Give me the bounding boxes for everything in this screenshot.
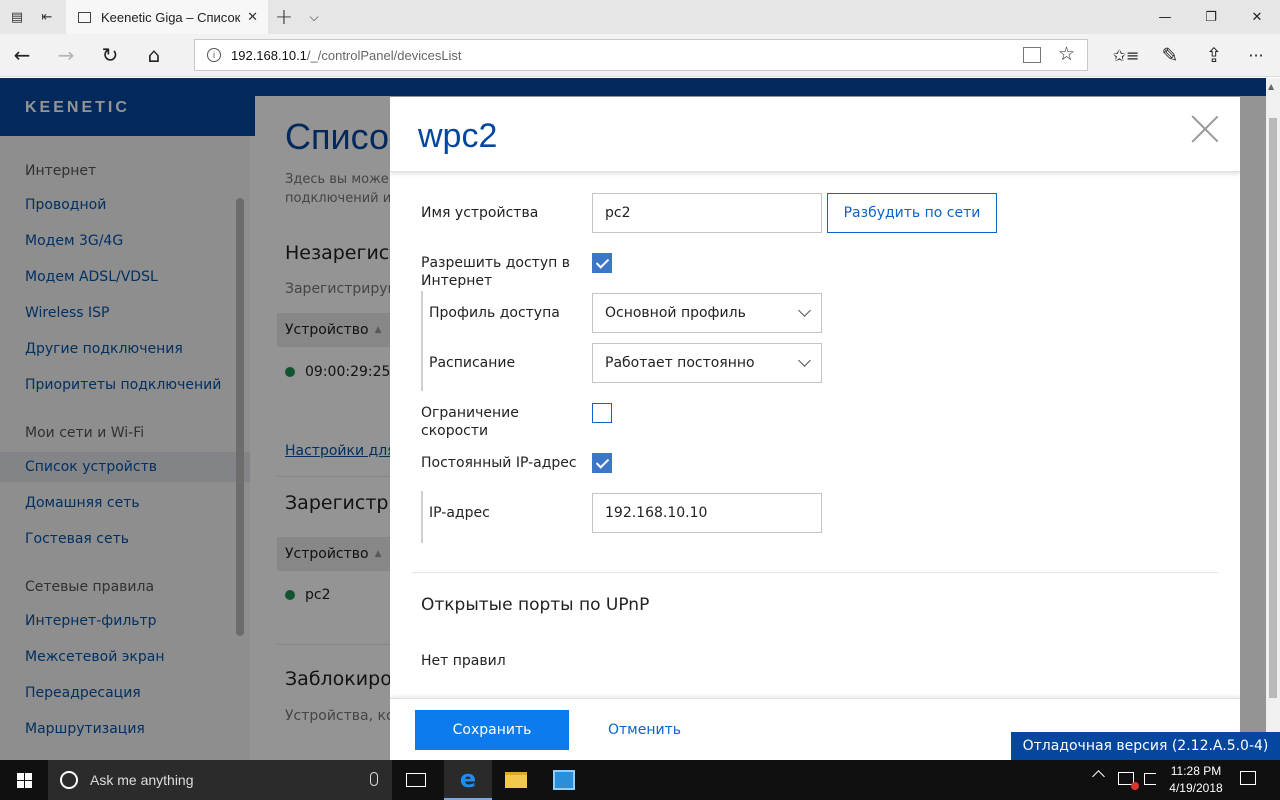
ip-group-indent-line [421, 491, 423, 543]
device-name-label: Имя устройства [421, 205, 539, 221]
section-divider [412, 572, 1218, 573]
ip-address-field[interactable]: 192.168.10.10 [592, 493, 822, 533]
tab-close-icon[interactable]: ✕ [247, 9, 258, 25]
dialog-header: wpc2 [390, 97, 1240, 172]
start-button[interactable] [0, 760, 48, 800]
windows-logo-icon [16, 772, 32, 788]
address-path: /_/controlPanel/devicesList [306, 47, 462, 63]
browser-tab-bar: ▤ ⇤ Keenetic Giga – Список ✕ + ⌵ — ❐ ✕ [0, 0, 1280, 34]
cancel-button[interactable]: Отменить [608, 710, 681, 750]
schedule-select[interactable]: Работает постоянно [592, 343, 822, 383]
taskbar-explorer-button[interactable] [492, 760, 540, 800]
web-note-icon[interactable]: ✎ [1152, 38, 1188, 72]
clock-time: 11:28 PM [1170, 764, 1222, 778]
cortana-search-box[interactable]: Ask me anything [48, 760, 392, 800]
address-bar[interactable]: i 192.168.10.1 /_/controlPanel/devicesLi… [194, 39, 1088, 71]
device-name-field[interactable]: pc2 [592, 193, 822, 233]
device-settings-dialog: wpc2 Имя устройства pc2 Разбудить по сет… [390, 97, 1240, 760]
schedule-label: Расписание [429, 355, 516, 371]
window-restore-button[interactable]: ❐ [1188, 0, 1234, 34]
edge-browser-icon: e [459, 765, 477, 793]
window-minimize-button[interactable]: — [1142, 0, 1188, 34]
access-profile-label: Профиль доступа [429, 305, 560, 321]
static-ip-checkbox[interactable] [592, 453, 612, 473]
debug-version-badge: Отладочная версия (2.12.A.5.0-4) [1011, 732, 1280, 760]
ip-address-label: IP-адрес [429, 505, 490, 521]
access-group-indent-line [421, 291, 423, 391]
volume-icon[interactable] [1144, 773, 1156, 785]
wake-on-lan-button[interactable]: Разбудить по сети [827, 193, 997, 233]
upnp-section-title: Открытые порты по UPnP [421, 595, 650, 615]
new-tab-button[interactable]: + [270, 0, 298, 34]
site-info-icon[interactable]: i [207, 48, 221, 62]
reading-view-icon[interactable] [1023, 47, 1041, 63]
cortana-icon [60, 771, 78, 789]
static-ip-label: Постоянный IP-адрес [421, 455, 577, 471]
forward-arrow-icon[interactable]: → [48, 38, 84, 72]
back-arrow-icon[interactable]: ← [4, 38, 40, 72]
action-center-icon[interactable] [1240, 771, 1256, 785]
allow-internet-label: Разрешить доступ в Интернет [421, 255, 570, 289]
windows-taskbar: Ask me anything e 11:28 PM 4/19/2018 [0, 760, 1280, 800]
page-scrollbar[interactable]: ▲ [1266, 78, 1280, 760]
page-favicon-icon [78, 11, 91, 23]
file-explorer-icon [505, 772, 527, 788]
chevron-down-icon [798, 304, 811, 317]
save-button[interactable]: Сохранить [415, 710, 569, 750]
task-view-button[interactable] [392, 760, 440, 800]
taskbar-edge-button[interactable]: e [444, 760, 492, 800]
tab-preview-chevron-icon[interactable]: ⌵ [300, 0, 328, 34]
show-hidden-icons-icon[interactable] [1092, 770, 1105, 783]
tab-title: Keenetic Giga – Список [101, 9, 241, 25]
network-status-icon[interactable] [1118, 772, 1139, 790]
favorites-hub-icon[interactable]: ✩≡ [1108, 38, 1144, 72]
allow-internet-checkbox[interactable] [592, 253, 612, 273]
access-profile-value: Основной профиль [605, 305, 746, 321]
scroll-up-icon[interactable]: ▲ [1268, 82, 1274, 91]
network-app-icon [553, 770, 575, 790]
home-icon[interactable]: ⌂ [136, 38, 172, 72]
tab-sets-icon[interactable]: ▤ [2, 0, 32, 34]
taskbar-clock[interactable]: 11:28 PM 4/19/2018 [1162, 763, 1230, 797]
refresh-icon[interactable]: ↻ [92, 38, 128, 72]
set-aside-tabs-icon[interactable]: ⇤ [32, 0, 62, 34]
share-icon[interactable]: ⇪ [1196, 38, 1232, 72]
favorite-star-icon[interactable]: ☆ [1058, 43, 1075, 66]
window-close-button[interactable]: ✕ [1234, 0, 1280, 34]
taskbar-app-button[interactable] [540, 760, 588, 800]
dialog-title: wpc2 [418, 117, 498, 155]
clock-date: 4/19/2018 [1169, 781, 1223, 795]
close-icon[interactable] [1191, 115, 1219, 143]
task-view-icon [406, 773, 426, 787]
search-placeholder: Ask me anything [90, 772, 194, 788]
access-profile-select[interactable]: Основной профиль [592, 293, 822, 333]
address-host: 192.168.10.1 [231, 47, 307, 63]
schedule-value: Работает постоянно [605, 355, 755, 371]
chevron-down-icon [798, 354, 811, 367]
upnp-empty-text: Нет правил [421, 653, 506, 669]
microphone-icon[interactable] [370, 772, 378, 786]
scrollbar-thumb[interactable] [1269, 118, 1277, 698]
browser-tab[interactable]: Keenetic Giga – Список ✕ [66, 0, 268, 34]
speed-limit-checkbox[interactable] [592, 403, 612, 423]
speed-limit-label: Ограничение скорости [421, 405, 519, 439]
browser-nav-bar: ← → ↻ ⌂ i 192.168.10.1 /_/controlPanel/d… [0, 34, 1280, 77]
web-page: KEENETIC Интернет Проводной Модем 3G/4G … [0, 78, 1266, 760]
more-menu-icon[interactable]: ··· [1238, 38, 1274, 72]
